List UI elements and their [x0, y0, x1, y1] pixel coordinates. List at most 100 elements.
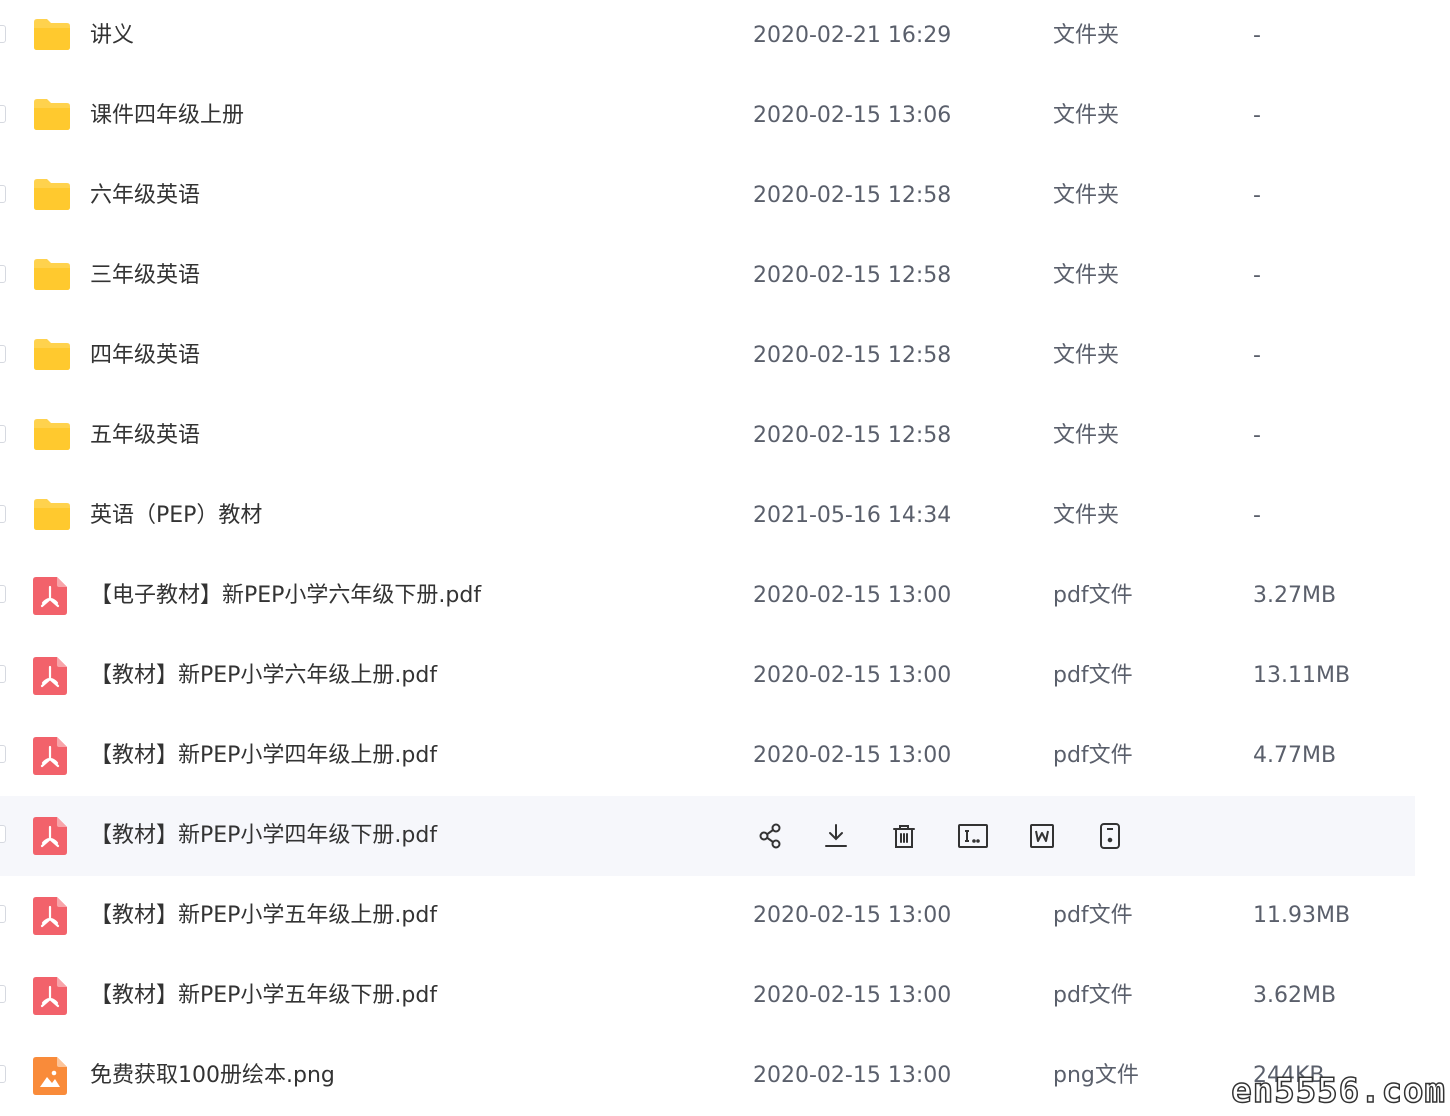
file-row-10[interactable]: 【教材】新PEP小学四年级下册.pdf: [0, 796, 1415, 876]
file-name[interactable]: 五年级英语: [90, 396, 200, 476]
file-size: 3.62MB: [1253, 983, 1337, 1008]
file-type: pdf文件: [1053, 663, 1133, 688]
pdf-file-icon: [32, 896, 68, 940]
file-name[interactable]: 【电子教材】新PEP小学六年级下册.pdf: [90, 556, 481, 636]
file-size: -: [1253, 183, 1261, 208]
file-type: 文件夹: [1053, 503, 1120, 528]
file-row-3[interactable]: 三年级英语 2020-02-15 12:58 文件夹 -: [0, 236, 1415, 316]
file-type: 文件夹: [1053, 23, 1120, 48]
row-checkbox[interactable]: [0, 345, 6, 363]
file-name[interactable]: 免费获取100册绘本.png: [90, 1036, 335, 1116]
file-list: 讲义 2020-02-21 16:29 文件夹 - 课件四年级上册 2020-0…: [0, 0, 1450, 1116]
file-size: 11.93MB: [1253, 903, 1351, 928]
file-row-2[interactable]: 六年级英语 2020-02-15 12:58 文件夹 -: [0, 156, 1415, 236]
file-type: pdf文件: [1053, 743, 1133, 768]
more-doc-icon[interactable]: [1092, 818, 1128, 854]
row-checkbox[interactable]: [0, 585, 6, 603]
file-type: 文件夹: [1053, 183, 1120, 208]
file-name[interactable]: 英语（PEP）教材: [90, 476, 262, 556]
pdf-file-icon: [32, 816, 68, 860]
file-row-5[interactable]: 五年级英语 2020-02-15 12:58 文件夹 -: [0, 396, 1415, 476]
row-checkbox[interactable]: [0, 505, 6, 523]
file-name[interactable]: 【教材】新PEP小学四年级上册.pdf: [90, 716, 437, 796]
file-row-8[interactable]: 【教材】新PEP小学六年级上册.pdf 2020-02-15 13:00 pdf…: [0, 636, 1415, 716]
modified-date: 2020-02-15 13:00: [753, 743, 952, 768]
modified-date: 2020-02-15 13:00: [753, 663, 952, 688]
folder-icon: [32, 176, 72, 216]
delete-icon[interactable]: [886, 818, 922, 854]
file-name[interactable]: 【教材】新PEP小学五年级上册.pdf: [90, 876, 437, 956]
row-checkbox[interactable]: [0, 105, 6, 123]
file-size: -: [1253, 503, 1261, 528]
folder-icon: [32, 496, 72, 536]
row-checkbox[interactable]: [0, 745, 6, 763]
row-checkbox[interactable]: [0, 905, 6, 923]
file-type: pdf文件: [1053, 903, 1133, 928]
modified-date: 2020-02-15 13:00: [753, 983, 952, 1008]
file-size: -: [1253, 103, 1261, 128]
folder-icon: [32, 16, 72, 56]
convert-word-icon[interactable]: [1024, 818, 1060, 854]
download-icon[interactable]: [818, 818, 854, 854]
folder-icon: [32, 256, 72, 296]
file-type: 文件夹: [1053, 103, 1120, 128]
file-type: pdf文件: [1053, 983, 1133, 1008]
folder-icon: [32, 416, 72, 456]
file-row-1[interactable]: 课件四年级上册 2020-02-15 13:06 文件夹 -: [0, 76, 1415, 156]
file-size: 3.27MB: [1253, 583, 1337, 608]
pdf-file-icon: [32, 656, 68, 700]
modified-date: 2020-02-15 12:58: [753, 183, 952, 208]
modified-date: 2020-02-15 13:00: [753, 903, 952, 928]
pdf-file-icon: [32, 976, 68, 1020]
file-type: png文件: [1053, 1063, 1139, 1088]
file-row-12[interactable]: 【教材】新PEP小学五年级下册.pdf 2020-02-15 13:00 pdf…: [0, 956, 1415, 1036]
row-checkbox[interactable]: [0, 25, 6, 43]
file-row-9[interactable]: 【教材】新PEP小学四年级上册.pdf 2020-02-15 13:00 pdf…: [0, 716, 1415, 796]
modified-date: 2021-05-16 14:34: [753, 503, 952, 528]
file-row-6[interactable]: 英语（PEP）教材 2021-05-16 14:34 文件夹 -: [0, 476, 1415, 556]
file-size: 13.11MB: [1253, 663, 1351, 688]
row-checkbox[interactable]: [0, 825, 6, 843]
rename-icon[interactable]: [955, 818, 991, 854]
row-checkbox[interactable]: [0, 185, 6, 203]
modified-date: 2020-02-21 16:29: [753, 23, 952, 48]
file-row-7[interactable]: 【电子教材】新PEP小学六年级下册.pdf 2020-02-15 13:00 p…: [0, 556, 1415, 636]
row-checkbox[interactable]: [0, 1065, 6, 1083]
folder-icon: [32, 96, 72, 136]
file-type: 文件夹: [1053, 343, 1120, 368]
modified-date: 2020-02-15 13:00: [753, 1063, 952, 1088]
row-checkbox[interactable]: [0, 425, 6, 443]
file-name[interactable]: 四年级英语: [90, 316, 200, 396]
pdf-file-icon: [32, 576, 68, 620]
file-name[interactable]: 【教材】新PEP小学五年级下册.pdf: [90, 956, 437, 1036]
folder-icon: [32, 336, 72, 376]
file-row-13[interactable]: 免费获取100册绘本.png 2020-02-15 13:00 png文件 24…: [0, 1036, 1415, 1116]
file-name[interactable]: 【教材】新PEP小学四年级下册.pdf: [90, 796, 437, 876]
modified-date: 2020-02-15 12:58: [753, 423, 952, 448]
modified-date: 2020-02-15 13:06: [753, 103, 952, 128]
file-name[interactable]: 六年级英语: [90, 156, 200, 236]
file-type: 文件夹: [1053, 263, 1120, 288]
file-size: -: [1253, 263, 1261, 288]
modified-date: 2020-02-15 13:00: [753, 583, 952, 608]
file-name[interactable]: 三年级英语: [90, 236, 200, 316]
file-size: -: [1253, 423, 1261, 448]
file-name[interactable]: 【教材】新PEP小学六年级上册.pdf: [90, 636, 437, 716]
image-file-icon: [32, 1056, 68, 1100]
watermark: en5556.com: [1231, 1070, 1446, 1112]
file-row-0[interactable]: 讲义 2020-02-21 16:29 文件夹 -: [0, 0, 1415, 76]
file-row-4[interactable]: 四年级英语 2020-02-15 12:58 文件夹 -: [0, 316, 1415, 396]
row-checkbox[interactable]: [0, 665, 6, 683]
file-name[interactable]: 讲义: [90, 0, 134, 76]
file-type: pdf文件: [1053, 583, 1133, 608]
pdf-file-icon: [32, 736, 68, 780]
row-checkbox[interactable]: [0, 265, 6, 283]
file-name[interactable]: 课件四年级上册: [90, 76, 244, 156]
file-row-11[interactable]: 【教材】新PEP小学五年级上册.pdf 2020-02-15 13:00 pdf…: [0, 876, 1415, 956]
file-type: 文件夹: [1053, 423, 1120, 448]
file-size: -: [1253, 23, 1261, 48]
share-icon[interactable]: [752, 818, 788, 854]
modified-date: 2020-02-15 12:58: [753, 263, 952, 288]
row-checkbox[interactable]: [0, 985, 6, 1003]
modified-date: 2020-02-15 12:58: [753, 343, 952, 368]
